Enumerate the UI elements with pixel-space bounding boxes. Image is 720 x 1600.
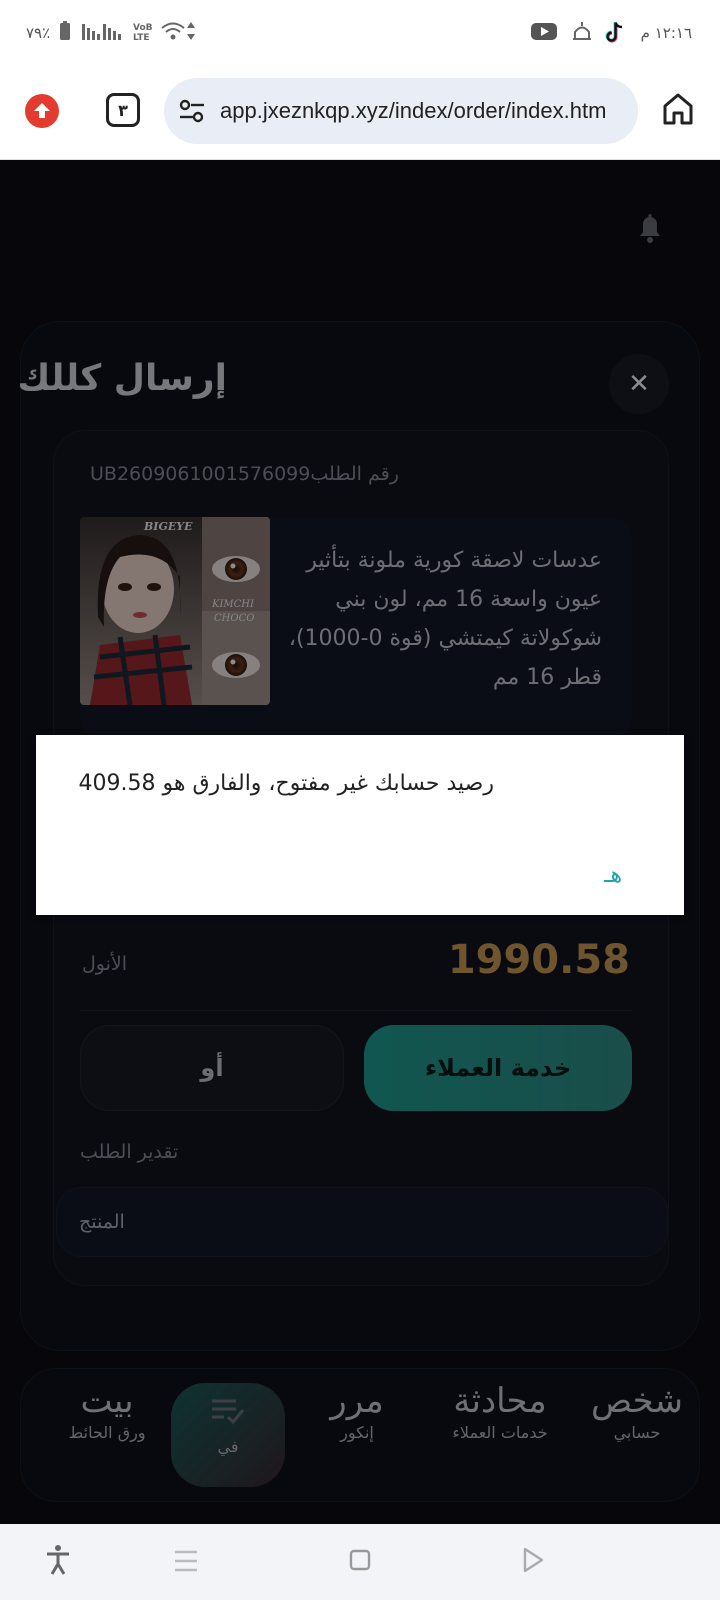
browser-toolbar: ٣ app.jxeznkqp.xyz/index/order/index.htm xyxy=(0,68,720,160)
battery-percentage: ٧٩٪ xyxy=(26,24,51,42)
arrow-up-icon xyxy=(34,103,50,118)
signal-icon xyxy=(82,20,122,46)
svg-text:VoB: VoB xyxy=(133,23,153,33)
home-icon xyxy=(663,93,693,125)
alert-message: رصيد حسابك غير مفتوح، والفارق هو 409.58 xyxy=(78,771,494,796)
upload-button[interactable] xyxy=(25,94,59,128)
wifi-icon xyxy=(160,20,186,46)
data-arrows-icon xyxy=(186,20,196,46)
home-square-icon[interactable] xyxy=(348,1548,372,1576)
alert-ok-button[interactable]: هـ xyxy=(596,859,630,892)
home-button[interactable] xyxy=(662,92,694,130)
volte-icon: VoB LTE xyxy=(132,20,154,46)
alert-dialog: رصيد حسابك غير مفتوح، والفارق هو 409.58 … xyxy=(36,735,684,915)
recent-apps-icon[interactable] xyxy=(172,1548,200,1578)
youtube-icon xyxy=(530,20,558,46)
accessibility-icon[interactable] xyxy=(44,1544,72,1580)
svg-text:LTE: LTE xyxy=(133,33,150,42)
status-bar: ٧٩٪ VoB LTE ١٢:١٦ م xyxy=(0,0,720,68)
system-nav-bar xyxy=(0,1524,720,1600)
address-bar[interactable]: app.jxeznkqp.xyz/index/order/index.htm xyxy=(164,78,638,144)
battery-icon xyxy=(58,20,72,46)
tab-switcher-button[interactable]: ٣ xyxy=(106,93,140,127)
mosque-icon xyxy=(570,20,594,46)
clock: ١٢:١٦ م xyxy=(640,24,692,42)
url-text[interactable]: app.jxeznkqp.xyz/index/order/index.htm xyxy=(220,98,622,124)
site-settings-icon[interactable] xyxy=(178,98,206,128)
back-triangle-icon[interactable] xyxy=(520,1546,546,1578)
tiktok-icon xyxy=(604,20,626,48)
